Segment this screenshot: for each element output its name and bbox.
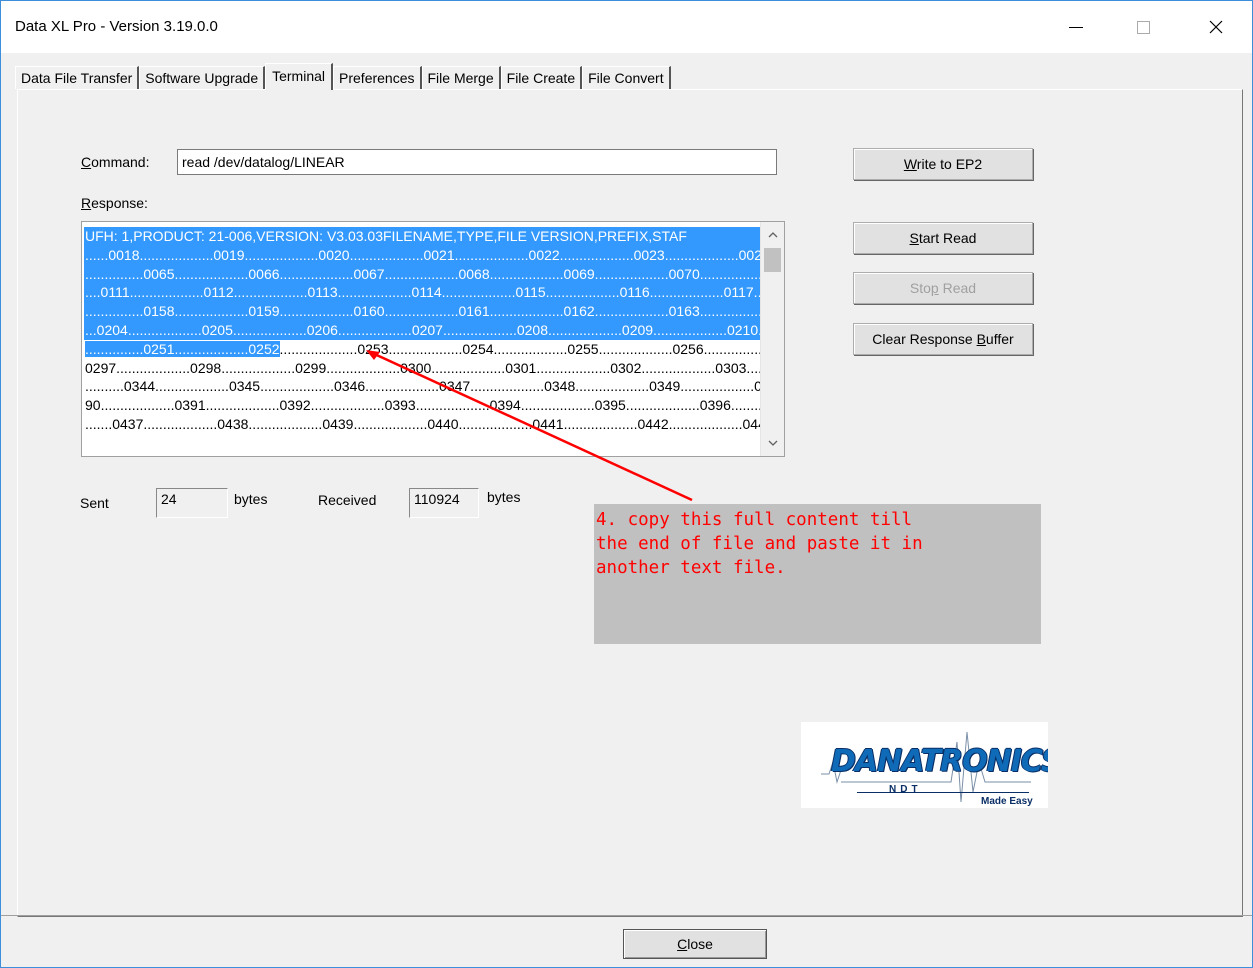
response-line: ...............0158...................01…: [84, 302, 760, 321]
response-textarea[interactable]: UFH: 1,PRODUCT: 21-006,VERSION: V3.03.03…: [81, 221, 785, 457]
response-line: ...............0251...................02…: [84, 340, 760, 359]
logo-rule: [857, 792, 1029, 793]
command-input[interactable]: read /dev/datalog/LINEAR: [177, 149, 777, 175]
scroll-down-arrow-icon[interactable]: [761, 434, 784, 452]
sent-label: Sent: [80, 495, 109, 511]
response-lines: UFH: 1,PRODUCT: 21-006,VERSION: V3.03.03…: [84, 227, 760, 434]
maximize-button[interactable]: [1120, 1, 1166, 53]
response-line: .......0437...................0438......…: [85, 415, 760, 432]
response-line: ......0018...................0019.......…: [84, 245, 760, 265]
command-label: Command:: [81, 154, 150, 170]
response-line: 0297...................0298.............…: [85, 359, 760, 376]
stop-read-button[interactable]: Stop Read: [853, 272, 1033, 304]
received-bytes-field: 110924: [409, 488, 479, 518]
write-to-ep2-button[interactable]: Write to EP2: [853, 148, 1033, 180]
tab-terminal[interactable]: Terminal: [265, 63, 334, 90]
response-line: ...............0065...................00…: [84, 264, 760, 284]
received-label: Received: [318, 492, 377, 508]
response-selected-text: ...............0251...................02…: [85, 340, 280, 357]
main-window: Data XL Pro - Version 3.19.0.0 Data File…: [0, 0, 1253, 968]
minimize-button[interactable]: [1053, 1, 1099, 53]
start-read-button[interactable]: Start Read: [853, 222, 1033, 254]
annotation-note: 4. copy this full content till the end o…: [594, 504, 1041, 644]
minimize-icon: [1069, 26, 1083, 28]
tab-data-file-transfer[interactable]: Data File Transfer: [15, 66, 140, 89]
close-icon: [1209, 20, 1223, 34]
received-bytes-unit: bytes: [487, 489, 521, 505]
scroll-up-arrow-icon[interactable]: [761, 226, 784, 244]
maximize-icon: [1136, 20, 1150, 34]
tab-file-create[interactable]: File Create: [500, 66, 583, 89]
tab-strip: Data File Transfer Software Upgrade Term…: [15, 63, 671, 90]
response-unselected-text: ....................0253................…: [279, 340, 760, 357]
clear-response-buffer-button[interactable]: Clear Response Buffer: [853, 323, 1033, 355]
close-button[interactable]: Close: [623, 929, 767, 959]
response-line: ....0111...................0112.........…: [84, 283, 760, 303]
tab-file-merge[interactable]: File Merge: [421, 66, 501, 89]
response-label: Response:: [81, 195, 148, 211]
tab-file-convert[interactable]: File Convert: [582, 66, 671, 89]
response-line: 90...................0391...............…: [85, 397, 760, 414]
title-bar: Data XL Pro - Version 3.19.0.0: [1, 1, 1252, 53]
footer-separator: [1, 915, 1252, 916]
logo-wordmark: DANATRONICS: [831, 744, 1048, 779]
response-line: UFH: 1,PRODUCT: 21-006,VERSION: V3.03.03…: [84, 227, 760, 246]
danatronics-logo: DANATRONICS NDT Made Easy: [801, 722, 1048, 808]
sent-bytes-unit: bytes: [234, 491, 268, 507]
scrollbar-thumb[interactable]: [764, 248, 781, 272]
tab-preferences[interactable]: Preferences: [333, 66, 422, 89]
close-window-button[interactable]: [1193, 1, 1239, 53]
window-title: Data XL Pro - Version 3.19.0.0: [15, 18, 218, 35]
logo-ndt: NDT: [889, 784, 922, 795]
sent-bytes-field: 24: [156, 488, 228, 518]
response-line: ..........0344...................0345...…: [85, 378, 760, 395]
tab-software-upgrade[interactable]: Software Upgrade: [139, 66, 266, 89]
logo-tagline: Made Easy: [981, 796, 1033, 807]
response-scrollbar[interactable]: [760, 222, 784, 456]
response-line: ...0204...................0205..........…: [84, 320, 760, 340]
